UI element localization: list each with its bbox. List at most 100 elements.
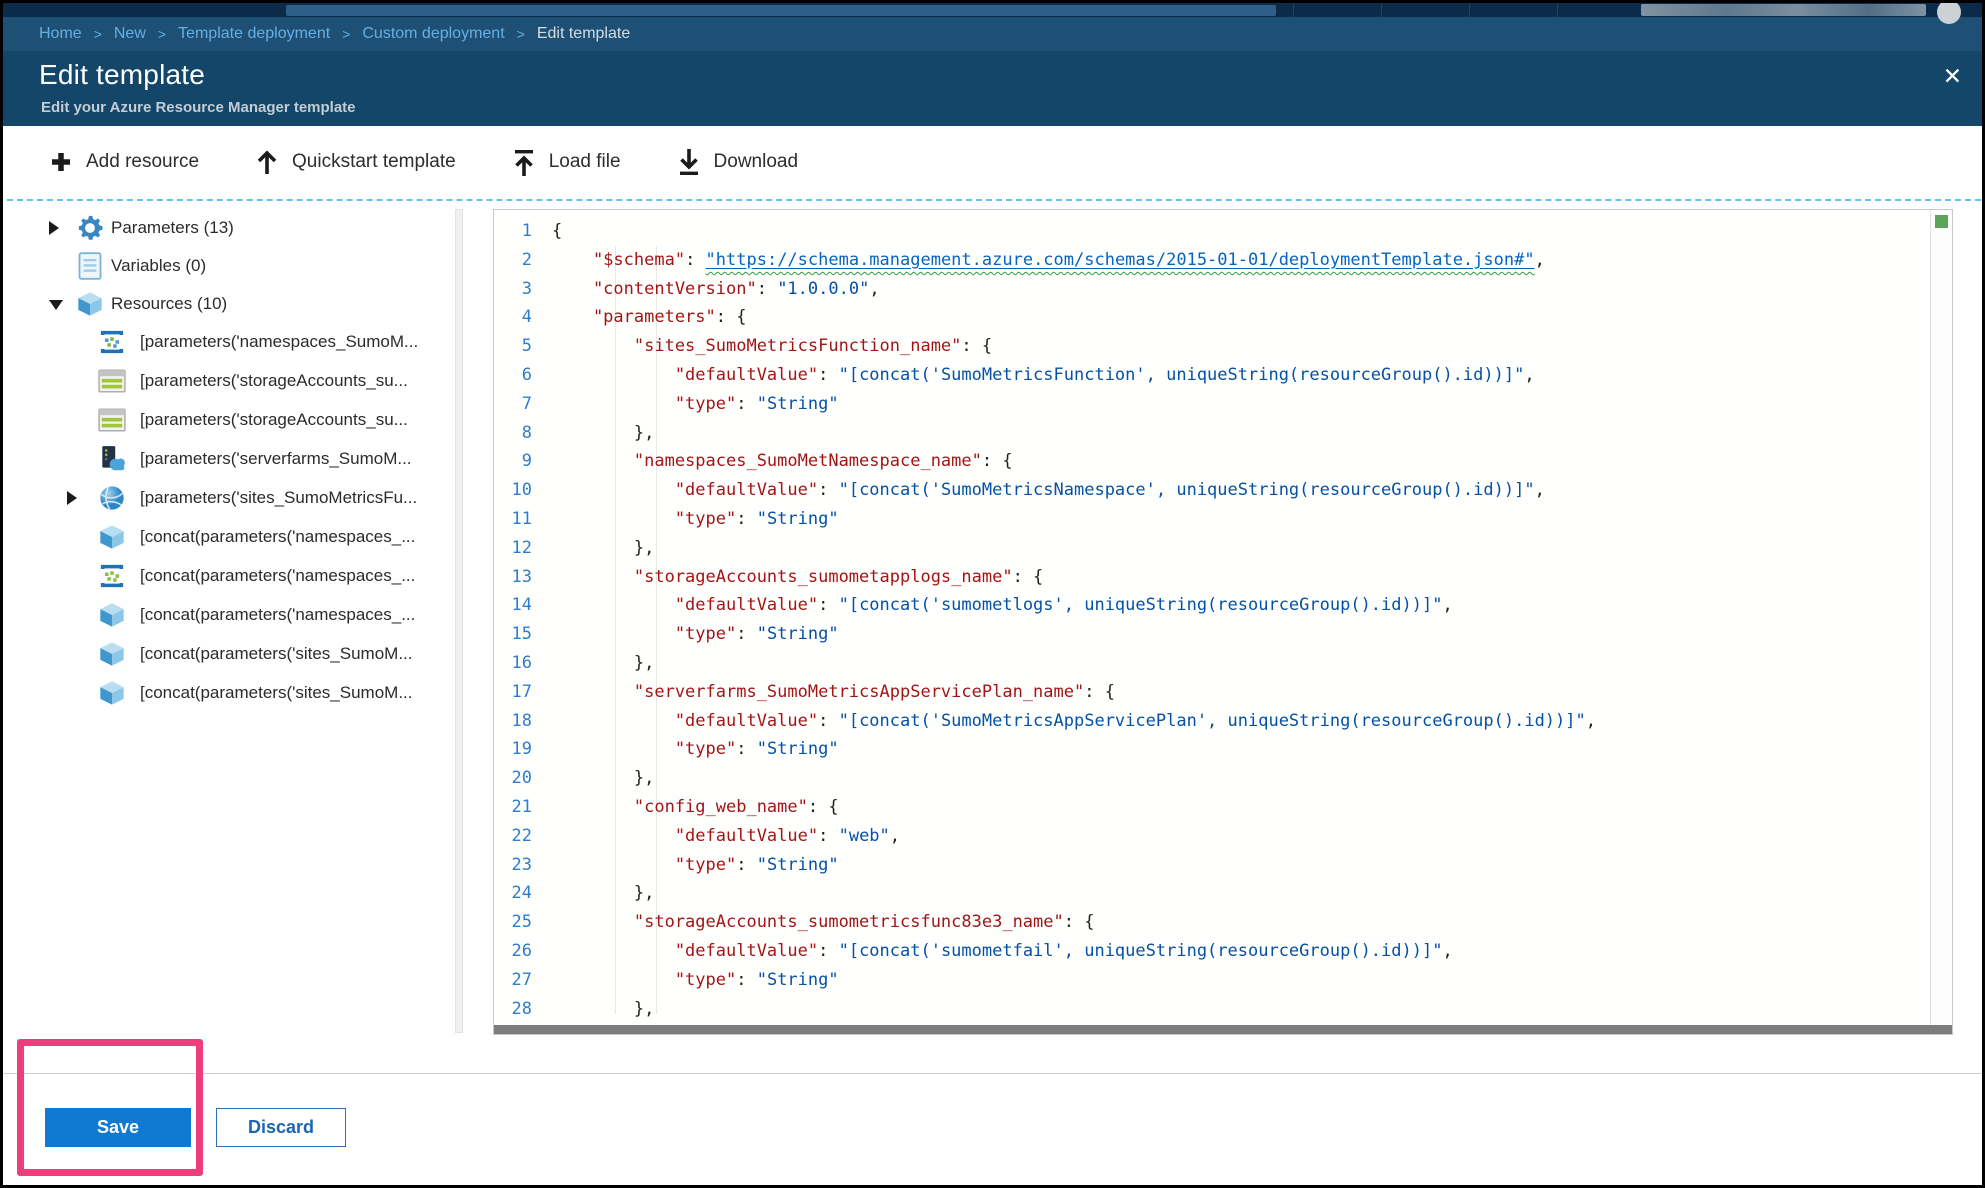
- code-text: "defaultValue": "[concat('SumoMetricsApp…: [552, 707, 1596, 736]
- avatar[interactable]: [1937, 0, 1961, 24]
- code-text: },: [552, 764, 654, 793]
- tree-item[interactable]: [concat(parameters('namespaces_...: [3, 518, 458, 556]
- breadcrumb-separator: >: [342, 26, 350, 42]
- collapsed-chevron-icon[interactable]: [67, 491, 81, 505]
- breadcrumb-item-custom-deployment[interactable]: Custom deployment: [362, 25, 504, 43]
- code-text: "defaultValue": "[concat('SumoMetricsFun…: [552, 361, 1535, 390]
- line-number: 3: [494, 275, 552, 304]
- global-search-input[interactable]: [286, 5, 1276, 16]
- breadcrumb-item-home[interactable]: Home: [39, 25, 82, 43]
- code-line: 16 },: [494, 649, 1928, 678]
- download-button[interactable]: Download: [677, 149, 799, 176]
- code-text: "type": "String": [552, 735, 839, 764]
- tree-item[interactable]: Resources (10): [3, 285, 458, 323]
- expanded-chevron-icon[interactable]: [49, 297, 63, 311]
- save-button[interactable]: Save: [45, 1108, 191, 1147]
- tree-item[interactable]: [parameters('sites_SumoMetricsFu...: [3, 479, 458, 517]
- line-number: 8: [494, 419, 552, 448]
- code-line: 23 "type": "String": [494, 851, 1928, 880]
- tree-item-label: [concat(parameters('sites_SumoM...: [140, 683, 413, 703]
- tree-scrollbar[interactable]: [455, 209, 463, 1033]
- serverfarm-icon: [97, 444, 127, 474]
- edit-template-window: Home>New>Template deployment>Custom depl…: [0, 0, 1985, 1188]
- code-line: 6 "defaultValue": "[concat('SumoMetricsF…: [494, 361, 1928, 390]
- code-text: "type": "String": [552, 851, 839, 880]
- upload-icon: [512, 149, 536, 176]
- line-number: 19: [494, 735, 552, 764]
- code-line: 15 "type": "String": [494, 620, 1928, 649]
- close-icon[interactable]: ✕: [1943, 65, 1962, 88]
- load-file-button[interactable]: Load file: [512, 149, 621, 176]
- download-icon: [677, 149, 701, 176]
- tree-item-label: [parameters('storageAccounts_su...: [140, 371, 408, 391]
- breadcrumb: Home>New>Template deployment>Custom depl…: [3, 17, 1982, 51]
- tree-item[interactable]: [concat(parameters('sites_SumoM...: [3, 674, 458, 712]
- quickstart-template-button[interactable]: Quickstart template: [255, 149, 456, 175]
- code-line: 3 "contentVersion": "1.0.0.0",: [494, 275, 1928, 304]
- editor-vertical-scrollbar[interactable]: [1930, 210, 1952, 1034]
- code-line: 28 },: [494, 995, 1928, 1024]
- code-line: 27 "type": "String": [494, 966, 1928, 995]
- breadcrumb-item-edit-template: Edit template: [537, 25, 630, 43]
- line-number: 18: [494, 707, 552, 736]
- code-lines: 1{2 "$schema": "https://schema.managemen…: [494, 217, 1928, 1023]
- collapsed-chevron-icon[interactable]: [49, 221, 63, 235]
- editor-horizontal-scrollbar[interactable]: [494, 1025, 1952, 1034]
- line-number: 26: [494, 937, 552, 966]
- code-line: 12 },: [494, 534, 1928, 563]
- tree-item-label: [parameters('storageAccounts_su...: [140, 410, 408, 430]
- tree-item[interactable]: [concat(parameters('namespaces_...: [3, 596, 458, 634]
- discard-button[interactable]: Discard: [216, 1108, 346, 1147]
- add-resource-button[interactable]: Add resource: [49, 150, 199, 174]
- tree-item-label: [concat(parameters('sites_SumoM...: [140, 644, 413, 664]
- code-line: 14 "defaultValue": "[concat('sumometlogs…: [494, 591, 1928, 620]
- line-number: 5: [494, 332, 552, 361]
- code-line: 10 "defaultValue": "[concat('SumoMetrics…: [494, 476, 1928, 505]
- tree-item[interactable]: [concat(parameters('namespaces_...: [3, 557, 458, 595]
- code-text: },: [552, 995, 654, 1024]
- code-line: 4 "parameters": {: [494, 303, 1928, 332]
- code-editor[interactable]: 1{2 "$schema": "https://schema.managemen…: [493, 209, 1953, 1035]
- resources-cube-icon: [97, 639, 127, 669]
- line-number: 1: [494, 217, 552, 246]
- tree-item[interactable]: [parameters('serverfarms_SumoM...: [3, 440, 458, 478]
- line-number: 12: [494, 534, 552, 563]
- schema-url-link[interactable]: "https://schema.management.azure.com/sch…: [706, 250, 1535, 270]
- footer-divider: [3, 1073, 1982, 1074]
- code-line: 7 "type": "String": [494, 390, 1928, 419]
- tree-item[interactable]: [concat(parameters('sites_SumoM...: [3, 635, 458, 673]
- tree-item-label: Resources (10): [111, 294, 227, 314]
- tree-item[interactable]: [parameters('namespaces_SumoM...: [3, 323, 458, 361]
- storage-icon: [97, 405, 127, 435]
- tree-item[interactable]: [parameters('storageAccounts_su...: [3, 362, 458, 400]
- tree-item[interactable]: Parameters (13): [3, 209, 458, 247]
- line-number: 2: [494, 246, 552, 275]
- tree-item-label: [parameters('serverfarms_SumoM...: [140, 449, 412, 469]
- code-text: },: [552, 534, 654, 563]
- code-text: "storageAccounts_sumometricsfunc83e3_nam…: [552, 908, 1094, 937]
- code-line: 22 "defaultValue": "web",: [494, 822, 1928, 851]
- code-line: 1{: [494, 217, 1928, 246]
- topbar-divider: [1293, 3, 1294, 17]
- toolbar-button-label: Add resource: [86, 151, 199, 173]
- toolbar-button-label: Load file: [549, 151, 621, 173]
- code-text: "contentVersion": "1.0.0.0",: [552, 275, 880, 304]
- topbar-divider: [1381, 3, 1382, 17]
- code-line: 11 "type": "String": [494, 505, 1928, 534]
- servicebus-blue-icon: [97, 327, 127, 357]
- code-text: "parameters": {: [552, 303, 746, 332]
- code-line: 2 "$schema": "https://schema.management.…: [494, 246, 1928, 275]
- azure-topbar: [3, 3, 1982, 17]
- tree-item-label: [concat(parameters('namespaces_...: [140, 566, 415, 586]
- breadcrumb-item-template-deployment[interactable]: Template deployment: [178, 25, 330, 43]
- code-text: "config_web_name": {: [552, 793, 839, 822]
- arrow-up-icon: [255, 149, 279, 175]
- code-line: 21 "config_web_name": {: [494, 793, 1928, 822]
- line-number: 13: [494, 563, 552, 592]
- breadcrumb-item-new[interactable]: New: [114, 25, 146, 43]
- tree-item[interactable]: Variables (0): [3, 247, 458, 285]
- line-number: 25: [494, 908, 552, 937]
- tree-item[interactable]: [parameters('storageAccounts_su...: [3, 401, 458, 439]
- line-number: 15: [494, 620, 552, 649]
- line-number: 10: [494, 476, 552, 505]
